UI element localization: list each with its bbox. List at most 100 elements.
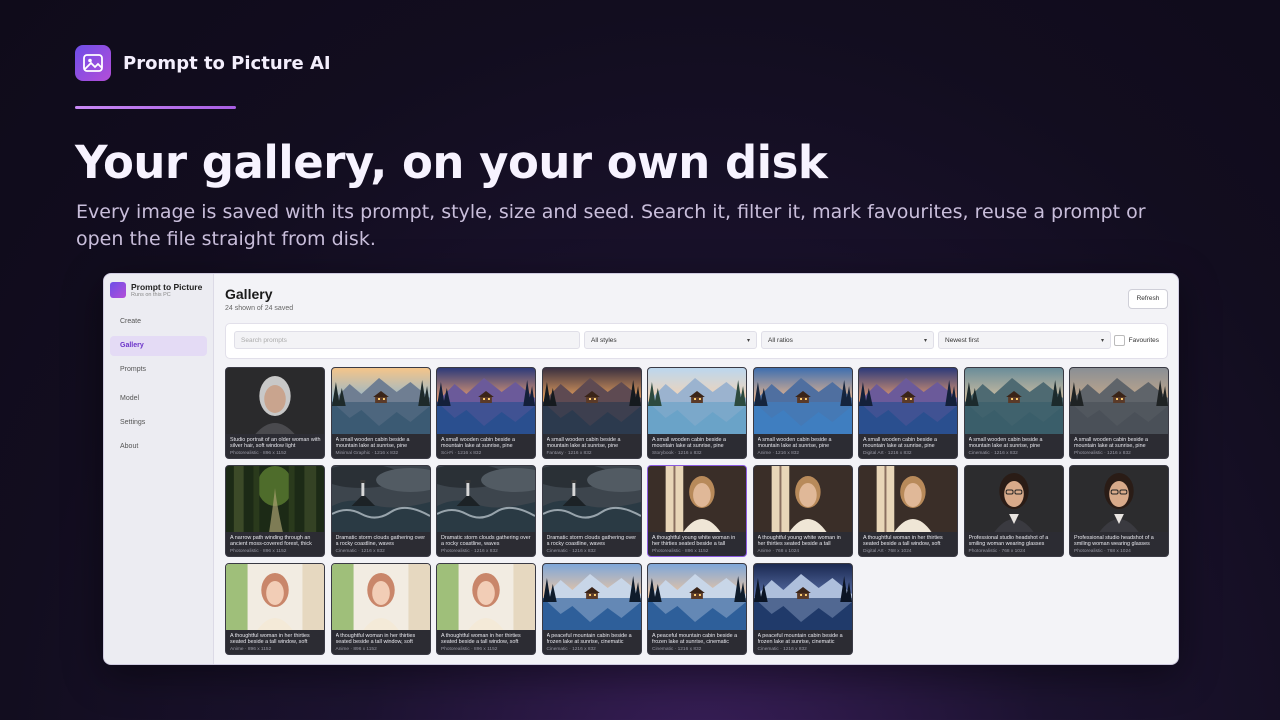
gallery-card[interactable]: A peaceful mountain cabin beside a froze… bbox=[647, 563, 747, 655]
gallery-panel: Gallery 24 shown of 24 saved Refresh Sea… bbox=[214, 274, 1178, 664]
gallery-card[interactable]: Dramatic storm clouds gathering over a r… bbox=[541, 465, 642, 557]
gallery-meta: Cinematic · 1216 x 832 bbox=[546, 647, 596, 652]
gallery-thumbnail[interactable] bbox=[437, 466, 535, 532]
gallery-caption: A small wooden cabin beside a mountain l… bbox=[652, 437, 727, 449]
sort-value: Newest first bbox=[945, 337, 979, 344]
gallery-card[interactable]: Studio portrait of an older woman with s… bbox=[225, 367, 325, 459]
gallery-meta: Digital Art · 1216 x 832 bbox=[863, 451, 912, 456]
gallery-caption: A small wooden cabin beside a mountain l… bbox=[546, 437, 621, 449]
gallery-meta: Cinematic · 1216 x 832 bbox=[757, 647, 807, 652]
gallery-card[interactable]: A small wooden cabin beside a mountain l… bbox=[752, 367, 853, 459]
gallery-card[interactable]: A peaceful mountain cabin beside a froze… bbox=[541, 563, 642, 655]
sidebar-item-model[interactable]: Model bbox=[110, 389, 207, 409]
gallery-thumbnail[interactable] bbox=[437, 368, 535, 434]
app-window: Prompt to Picture Runs on this PC Create… bbox=[103, 273, 1179, 665]
gallery-card[interactable]: Professional studio headshot of a smilin… bbox=[1069, 465, 1169, 557]
gallery-card[interactable]: A small wooden cabin beside a mountain l… bbox=[541, 367, 642, 459]
gallery-card[interactable]: A peaceful mountain cabin beside a froze… bbox=[752, 563, 853, 655]
favourites-toggle[interactable]: Favourites bbox=[1113, 335, 1159, 346]
gallery-card[interactable]: A small wooden cabin beside a mountain l… bbox=[858, 367, 958, 459]
gallery-thumbnail[interactable] bbox=[437, 564, 535, 630]
gallery-meta: Cinematic · 1216 x 832 bbox=[652, 647, 702, 652]
gallery-thumbnail[interactable] bbox=[753, 466, 852, 532]
gallery-meta: Photorealistic · 768 x 1024 bbox=[968, 549, 1026, 554]
gallery-caption: Professional studio headshot of a smilin… bbox=[1074, 535, 1154, 547]
gallery-caption: A small wooden cabin beside a mountain l… bbox=[441, 437, 516, 449]
gallery-thumbnail[interactable] bbox=[859, 368, 957, 434]
gallery-card[interactable]: A small wooden cabin beside a mountain l… bbox=[963, 367, 1064, 459]
sidebar-item-prompts[interactable]: Prompts bbox=[110, 360, 207, 380]
gallery-caption: Dramatic storm clouds gathering over a r… bbox=[441, 535, 531, 547]
hero-title: Your gallery, on your own disk bbox=[75, 136, 828, 189]
gallery-card[interactable]: A small wooden cabin beside a mountain l… bbox=[330, 367, 431, 459]
chevron-down-icon: ▾ bbox=[1100, 338, 1104, 344]
search-input[interactable]: Search prompts bbox=[234, 331, 580, 349]
gallery-thumbnail[interactable] bbox=[753, 368, 852, 434]
gallery-thumbnail[interactable] bbox=[648, 368, 746, 434]
gallery-thumbnail[interactable] bbox=[648, 564, 746, 630]
gallery-thumbnail[interactable] bbox=[1070, 466, 1168, 532]
sidebar-item-settings[interactable]: Settings bbox=[110, 413, 207, 433]
gallery-thumbnail[interactable] bbox=[542, 368, 641, 434]
gallery-card[interactable]: A narrow path winding through an ancient… bbox=[225, 465, 325, 557]
chevron-down-icon: ▾ bbox=[746, 338, 750, 344]
gallery-card[interactable]: A thoughtful woman in her thirties seate… bbox=[330, 563, 431, 655]
gallery-card[interactable]: A thoughtful woman in her thirties seate… bbox=[225, 563, 325, 655]
gallery-thumbnail[interactable] bbox=[226, 466, 324, 532]
brand-name: Prompt to Picture AI bbox=[123, 52, 331, 74]
sidebar-item-about[interactable]: About bbox=[110, 437, 207, 457]
gallery-meta: Photorealistic · 1216 x 832 bbox=[441, 549, 498, 554]
gallery-card[interactable]: A thoughtful woman in her thirties seate… bbox=[436, 563, 536, 655]
gallery-thumbnail[interactable] bbox=[542, 564, 641, 630]
gallery-caption: A small wooden cabin beside a mountain l… bbox=[335, 437, 410, 449]
gallery-meta: Anime · 768 x 1024 bbox=[757, 549, 800, 554]
gallery-meta: Cinematic · 1216 x 832 bbox=[968, 451, 1018, 456]
gallery-thumbnail[interactable] bbox=[964, 466, 1063, 532]
gallery-caption: A small wooden cabin beside a mountain l… bbox=[863, 437, 938, 449]
gallery-card[interactable]: A thoughtful woman in her thirties seate… bbox=[858, 465, 958, 557]
sidebar-item-create[interactable]: Create bbox=[110, 312, 207, 332]
gallery-thumbnail[interactable] bbox=[331, 564, 430, 630]
gallery-card[interactable]: Professional studio headshot of a smilin… bbox=[963, 465, 1064, 557]
gallery-caption: A small wooden cabin beside a mountain l… bbox=[757, 437, 832, 449]
gallery-count: 24 shown of 24 saved bbox=[225, 305, 294, 312]
gallery-thumbnail[interactable] bbox=[331, 466, 430, 532]
gallery-meta: Photorealistic · 896 x 1152 bbox=[230, 549, 287, 554]
ratio-filter-select[interactable]: All ratios ▾ bbox=[761, 331, 934, 349]
gallery-thumbnail[interactable] bbox=[753, 564, 852, 630]
sort-select[interactable]: Newest first ▾ bbox=[938, 331, 1111, 349]
gallery-meta: Photorealistic · 896 x 1152 bbox=[652, 549, 709, 554]
filter-bar: Search prompts All styles ▾ All ratios ▾ N… bbox=[225, 323, 1168, 359]
chevron-down-icon: ▾ bbox=[923, 338, 927, 344]
gallery-meta: Photorealistic · 768 x 1024 bbox=[1074, 549, 1131, 554]
favourites-checkbox[interactable] bbox=[1113, 335, 1125, 346]
accent-divider bbox=[75, 106, 236, 109]
gallery-meta: Cinematic · 1216 x 832 bbox=[546, 549, 596, 554]
sidebar-item-gallery[interactable]: Gallery bbox=[110, 336, 207, 356]
gallery-card[interactable]: Dramatic storm clouds gathering over a r… bbox=[436, 465, 536, 557]
gallery-thumbnail[interactable] bbox=[331, 368, 430, 434]
gallery-thumbnail[interactable] bbox=[648, 466, 746, 532]
gallery-thumbnail[interactable] bbox=[542, 466, 641, 532]
gallery-thumbnail[interactable] bbox=[226, 564, 324, 630]
gallery-thumbnail[interactable] bbox=[226, 368, 324, 434]
refresh-button[interactable]: Refresh bbox=[1128, 289, 1168, 309]
gallery-card[interactable]: A small wooden cabin beside a mountain l… bbox=[1069, 367, 1169, 459]
app-title: Prompt to Picture bbox=[131, 282, 203, 292]
gallery-meta: Digital Art · 768 x 1024 bbox=[863, 549, 912, 554]
page-title: Gallery bbox=[225, 286, 273, 302]
hero-subtitle: Every image is saved with its prompt, st… bbox=[76, 201, 1146, 250]
style-filter-select[interactable]: All styles ▾ bbox=[584, 331, 757, 349]
gallery-meta: Anime · 1216 x 832 bbox=[757, 451, 800, 456]
gallery-card[interactable]: A small wooden cabin beside a mountain l… bbox=[436, 367, 536, 459]
gallery-card[interactable]: A thoughtful young white woman in her th… bbox=[752, 465, 853, 557]
gallery-caption: A thoughtful young white woman in her th… bbox=[757, 535, 841, 547]
gallery-thumbnail[interactable] bbox=[859, 466, 957, 532]
gallery-thumbnail[interactable] bbox=[1070, 368, 1168, 434]
gallery-card[interactable]: A small wooden cabin beside a mountain l… bbox=[647, 367, 747, 459]
gallery-card[interactable]: Dramatic storm clouds gathering over a r… bbox=[330, 465, 431, 557]
gallery-meta: Minimal Graphic · 1216 x 832 bbox=[335, 451, 399, 456]
gallery-card[interactable]: A thoughtful young white woman in her th… bbox=[647, 465, 747, 557]
gallery-thumbnail[interactable] bbox=[964, 368, 1063, 434]
gallery-caption: Dramatic storm clouds gathering over a r… bbox=[546, 535, 637, 547]
